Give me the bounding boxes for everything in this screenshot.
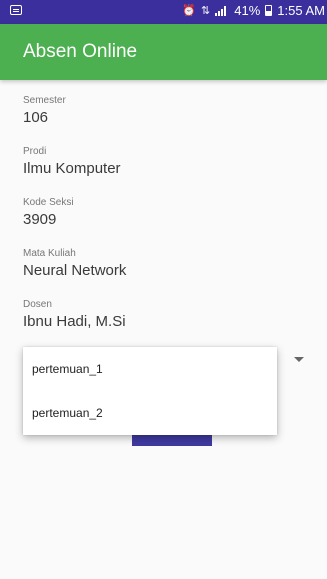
meeting-dropdown-list: pertemuan_1 pertemuan_2 — [23, 347, 277, 435]
field-value: Ibnu Hadi, M.Si — [23, 313, 126, 330]
field-label: Mata Kuliah — [23, 248, 76, 259]
field-value: Neural Network — [23, 262, 127, 279]
battery-percent: 41% — [234, 3, 261, 18]
data-icon: ⇅ — [201, 5, 211, 17]
alarm-icon: ⏰ — [182, 5, 197, 17]
field-label: Prodi — [23, 146, 47, 157]
signal-icon — [215, 5, 229, 16]
course-info: Semester 106 Prodi Ilmu Komputer Kode Se… — [23, 94, 307, 349]
app-title: Absen Online — [23, 41, 138, 62]
field-prodi: Prodi Ilmu Komputer — [23, 145, 307, 196]
message-icon — [10, 5, 22, 15]
field-value: 3909 — [23, 211, 57, 228]
dropdown-option[interactable]: pertemuan_1 — [23, 347, 277, 391]
field-label: Dosen — [23, 299, 52, 310]
battery-icon — [265, 5, 273, 16]
field-value: Ilmu Komputer — [23, 160, 121, 177]
field-dosen: Dosen Ibnu Hadi, M.Si — [23, 298, 307, 349]
field-mata-kuliah: Mata Kuliah Neural Network — [23, 247, 307, 298]
field-label: Kode Seksi — [23, 197, 74, 208]
field-kode-seksi: Kode Seksi 3909 — [23, 196, 307, 247]
status-bar-right: ⏰ ⇅ 41% 1:55 AM — [182, 3, 325, 18]
clock-time: 1:55 AM — [277, 3, 325, 18]
field-value: 106 — [23, 109, 49, 126]
field-semester: Semester 106 — [23, 94, 307, 145]
dropdown-arrow-icon[interactable] — [294, 357, 304, 362]
field-label: Semester — [23, 95, 66, 106]
app-bar: Absen Online — [0, 24, 327, 80]
status-bar: ⏰ ⇅ 41% 1:55 AM — [0, 0, 327, 24]
dropdown-option[interactable]: pertemuan_2 — [23, 391, 277, 435]
